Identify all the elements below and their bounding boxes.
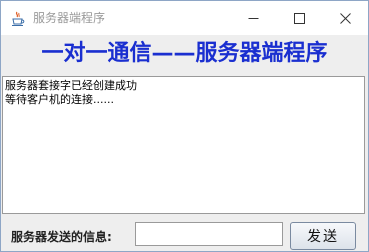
banner-title: 一对一通信——服务器端程序 — [41, 41, 328, 66]
send-message-input[interactable] — [135, 222, 283, 246]
log-line: 等待客户机的连接...... — [5, 93, 114, 106]
maximize-button[interactable] — [276, 1, 322, 35]
send-bar: 服务器发送的信息: 发送 — [1, 215, 368, 251]
title-bar[interactable]: 服务器端程序 — [1, 1, 368, 35]
send-button[interactable]: 发送 — [290, 222, 356, 250]
java-cup-icon — [10, 11, 26, 27]
close-button[interactable] — [322, 1, 368, 35]
banner: 一对一通信——服务器端程序 — [1, 35, 368, 75]
server-window: 服务器端程序 一对一通信——服务器端程序 服务器套接字已经创建成功 等待客户机的… — [0, 0, 369, 252]
window-title: 服务器端程序 — [33, 11, 106, 25]
minimize-icon — [248, 17, 258, 19]
close-icon — [339, 12, 351, 24]
minimize-button[interactable] — [230, 1, 276, 35]
log-line: 服务器套接字已经创建成功 — [5, 79, 137, 92]
send-message-label: 服务器发送的信息: — [11, 230, 112, 244]
maximize-icon — [293, 12, 305, 24]
message-log[interactable]: 服务器套接字已经创建成功 等待客户机的连接...... — [2, 76, 365, 214]
